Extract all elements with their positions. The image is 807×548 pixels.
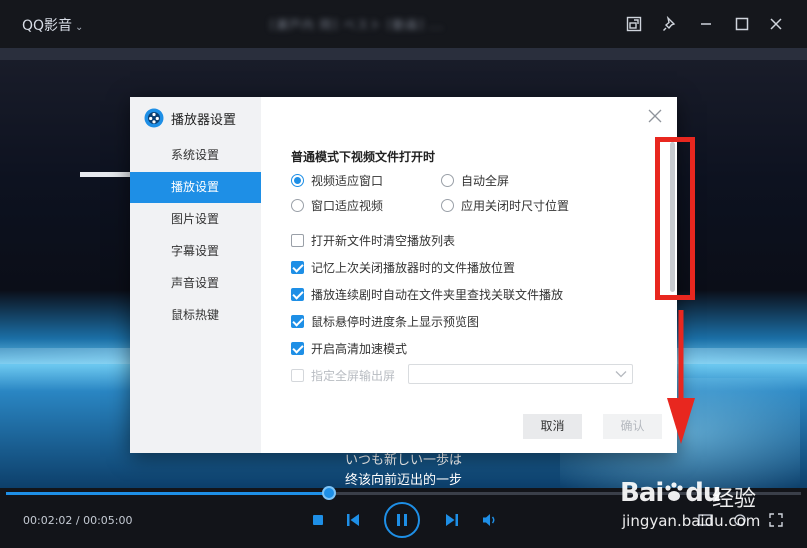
maximize-icon [735,17,749,31]
time-display: 00:02:02 / 00:05:00 [23,514,133,527]
video-frame-top [0,48,807,60]
checkbox-hd-acceleration[interactable]: 开启高清加速模式 [291,340,407,357]
checkbox-fullscreen-output[interactable]: 指定全屏输出屏 [291,367,395,384]
qq-player-logo-icon [144,108,164,128]
checkbox-label: 指定全屏输出屏 [311,369,396,383]
radio-last-close-size[interactable]: 应用关闭时尺寸位置 [441,197,569,214]
sidebar-item-subtitle[interactable]: 字幕设置 [130,236,261,267]
app-name: QQ影音 [22,18,73,34]
watermark-jingyan: 经验 [712,487,757,512]
radio-label: 窗口适应视频 [311,199,384,213]
pin-window-button[interactable] [624,14,644,34]
radio-label: 应用关闭时尺寸位置 [461,199,570,213]
sidebar-item-system[interactable]: 系统设置 [130,140,261,171]
sidebar-item-label: 播放设置 [171,180,220,194]
sidebar-item-label: 鼠标热键 [171,308,220,322]
sidebar-item-hotkeys[interactable]: 鼠标热键 [130,300,261,331]
maximize-button[interactable] [732,14,752,34]
next-icon [446,514,458,526]
checkbox-label: 开启高清加速模式 [311,342,408,356]
checkbox[interactable] [291,288,304,301]
previous-button[interactable] [344,512,362,528]
sidebar-item-label: 系统设置 [171,148,220,162]
chevron-down-icon: ⌄ [75,22,84,33]
sidebar-item-playback[interactable]: 播放设置 [130,172,261,203]
checkbox-hover-preview[interactable]: 鼠标悬停时进度条上显示预览图 [291,313,479,330]
file-title: [瀬戸内 岡] ベスト [動画] ... [270,18,444,30]
sidebar-item-label: 图片设置 [171,212,220,226]
next-button[interactable] [443,512,461,528]
dialog-title: 播放器设置 [171,112,237,128]
sidebar-item-label: 字幕设置 [171,244,220,258]
checkbox[interactable] [291,369,304,382]
mini-mode-button[interactable] [660,14,680,34]
thumbtack-icon [663,16,676,31]
volume-button[interactable] [481,512,499,528]
checkbox-auto-find-episodes[interactable]: 播放连续剧时自动在文件夹里查找关联文件播放 [291,286,563,303]
radio-button[interactable] [441,174,454,187]
sidebar-item-label: 声音设置 [171,276,220,290]
fullscreen-output-select[interactable] [408,364,633,384]
watermark-brand: Bai du [620,478,721,508]
pause-icon [397,514,407,526]
radio-label: 自动全屏 [461,174,510,188]
volume-icon [483,514,495,526]
checkbox-label: 鼠标悬停时进度条上显示预览图 [311,315,480,329]
radio-button[interactable] [291,174,304,187]
minimize-icon [701,23,711,25]
chevron-down-icon [615,371,627,378]
radio-fit-window-to-video[interactable]: 窗口适应视频 [291,197,383,214]
stop-button[interactable] [310,512,326,528]
progress-fill [6,492,330,495]
radio-label: 视频适应窗口 [311,174,384,188]
settings-sidebar: 播放器设置 系统设置 播放设置 图片设置 字幕设置 声音设置 鼠标热键 [130,97,261,453]
annotation-highlight-box [655,137,695,300]
annotation-down-arrow-icon [667,310,695,444]
close-icon [770,18,782,30]
dialog-header: 播放器设置 [144,108,236,128]
cancel-button[interactable]: 取消 [523,414,582,439]
checkbox-remember-position[interactable]: 记忆上次关闭播放器时的文件播放位置 [291,259,515,276]
checkbox[interactable] [291,315,304,328]
previous-icon [347,514,359,526]
watermark-brand-bai: Bai [620,478,664,508]
paw-icon [665,482,683,501]
checkbox[interactable] [291,234,304,247]
checkbox-label: 播放连续剧时自动在文件夹里查找关联文件播放 [311,288,564,302]
checkbox[interactable] [291,261,304,274]
checkbox-label: 记忆上次关闭播放器时的文件播放位置 [311,261,516,275]
player-settings-dialog: 播放器设置 系统设置 播放设置 图片设置 字幕设置 声音设置 鼠标热键 普通模式… [130,97,677,453]
confirm-button[interactable]: 确认 [603,414,662,439]
video-frame-light-streak [80,172,130,177]
progress-knob[interactable] [322,486,337,500]
watermark-url: jingyan.baidu.com [622,512,761,530]
radio-auto-fullscreen[interactable]: 自动全屏 [441,172,509,189]
stop-icon [313,515,323,525]
checkbox[interactable] [291,342,304,355]
close-icon [648,109,662,123]
checkbox-clear-playlist[interactable]: 打开新文件时清空播放列表 [291,232,455,249]
radio-fit-video-to-window[interactable]: 视频适应窗口 [291,172,383,189]
sidebar-item-audio[interactable]: 声音设置 [130,268,261,299]
radio-button[interactable] [441,199,454,212]
close-button[interactable] [766,14,786,34]
checkbox-label: 打开新文件时清空播放列表 [311,234,456,248]
play-pause-button[interactable] [384,502,420,538]
dialog-close-button[interactable] [646,107,664,125]
app-menu-button[interactable]: QQ影音 ⌄ [22,15,83,35]
title-bar: QQ影音 ⌄ [瀬戸内 岡] ベスト [動画] ... [0,0,807,48]
sidebar-item-image[interactable]: 图片设置 [130,204,261,235]
pin-window-icon [626,16,642,32]
baidu-jingyan-watermark: Bai du 经验 jingyan.baidu.com [620,478,800,540]
minimize-button[interactable] [696,14,716,34]
section-title: 普通模式下视频文件打开时 [291,150,436,164]
radio-button[interactable] [291,199,304,212]
